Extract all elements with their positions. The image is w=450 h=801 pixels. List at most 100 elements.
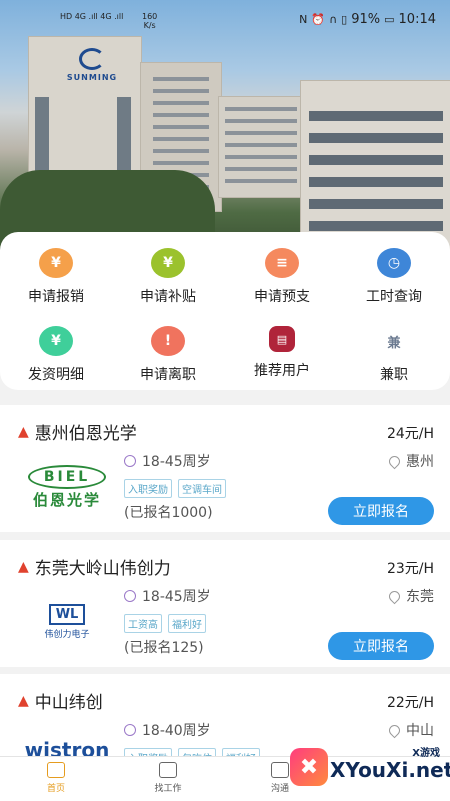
company-name: 中山纬创 [34,693,103,713]
company-logo: BIEL 伯恩光学 [18,461,116,513]
alert-icon: ! [151,326,185,356]
job-tag: 空调车间 [178,479,226,498]
menu-part-time[interactable]: 兼 兼职 [344,326,444,384]
location-pin-icon [386,722,403,738]
building-right [300,80,450,250]
menu-apply-advance[interactable]: ≡ 申请预支 [232,248,332,306]
job-tag: 入职奖励 [124,479,172,498]
nav-label: 首页 [46,784,65,794]
badge-icon: ▤ [269,326,295,352]
menu-label: 申请补贴 [140,289,196,305]
job-card[interactable]: ▲ 东莞大岭山伟创力 23元/H WL 伟创力电子 18-45周岁 东莞 工资高… [0,540,450,667]
job-tag: 包吃住 [178,748,216,756]
job-tags: 入职奖励 空调车间 [124,479,226,498]
menu-apply-reimbursement[interactable]: ¥ 申请报销 [6,248,106,306]
vibrate-icon: ▯ [341,13,348,26]
company-logo: WL 伟创力电子 [18,596,116,648]
status-bar-left: HD 4G .ıll 4G .ıll 160 K/s [60,12,157,30]
clock: 10:14 [398,12,436,27]
watermark-tag: X游戏 [412,748,440,759]
location-text: 东莞 [406,589,434,605]
company-name: 惠州伯恩光学 [34,424,137,444]
job-tag: 入职奖励 [124,748,172,756]
clock-icon: ◷ [377,248,411,278]
job-tag: 福利好 [168,614,206,633]
nav-home[interactable]: 首页 [26,762,86,794]
money-bag-icon: ¥ [151,248,185,278]
registration-count: (已报名1000) [124,505,213,521]
sunming-logo-icon [79,48,105,70]
menu-refer-user[interactable]: ▤ 推荐用户 [232,326,332,380]
age-text: 18-40周岁 [142,723,211,739]
job-location: 中山 [386,720,434,740]
job-location: 东莞 [386,586,434,606]
location-text: 中山 [406,723,434,739]
menu-label: 申请预支 [254,289,310,305]
hero-logo: SUNMING [62,48,122,82]
status-bar-right: N ⏰ ∩ ▯ 91% ▭ 10:14 [299,12,436,27]
age-range: 18-45周岁 [124,451,211,471]
person-icon [124,590,136,602]
job-card[interactable]: ▲ 惠州伯恩光学 24元/H BIEL 伯恩光学 18-45周岁 惠州 入职奖励… [0,405,450,532]
nfc-icon: N [299,13,308,26]
company-logo: wistron [18,724,116,756]
job-title: ▲ 惠州伯恩光学 [18,419,137,445]
watermark: ✖ X游戏 XYouXi.net [278,742,450,800]
menu-label: 工时查询 [366,289,422,305]
alarm-icon: ⏰ [311,13,326,26]
hot-fire-icon: ▲ [18,692,29,709]
money-bag-icon: ¥ [39,248,73,278]
menu-label: 申请离职 [140,367,196,383]
age-range: 18-40周岁 [124,720,211,740]
menu-label: 发资明细 [28,367,84,383]
company-name: 东莞大岭山伟创力 [34,559,171,579]
nav-label: 找工作 [154,784,182,794]
location-text: 惠州 [406,454,434,470]
part-time-icon: 兼 [387,335,401,351]
job-title: ▲ 东莞大岭山伟创力 [18,554,171,580]
hot-fire-icon: ▲ [18,423,29,440]
briefcase-icon [159,762,177,778]
age-text: 18-45周岁 [142,589,211,605]
net-speed-unit: K/s [143,21,156,30]
battery-icon: ▭ [384,13,395,26]
person-icon [124,455,136,467]
hourly-wage: 24元/H [386,426,434,442]
biel-logo-sub: 伯恩光学 [32,490,101,509]
nav-find-job[interactable]: 找工作 [138,762,198,794]
wl-logo-text: WL [48,604,86,625]
biel-logo-text: BIEL [27,464,107,489]
age-text: 18-45周岁 [142,454,211,470]
status-bar: HD 4G .ıll 4G .ıll 160 K/s N ⏰ ∩ ▯ 91% ▭… [0,0,450,40]
registration-count: (已报名125) [124,640,204,656]
headphones-icon: ∩ [329,13,338,26]
watermark-site: XYouXi.net [330,758,450,782]
home-icon [47,762,65,778]
job-tag: 福利好 [222,748,260,756]
job-tags: 工资高 福利好 [124,614,206,633]
menu-hours-query[interactable]: ◷ 工时查询 [344,248,444,306]
job-tag: 工资高 [124,614,162,633]
menu-label: 申请报销 [28,289,84,305]
net-speed-value: 160 [142,12,158,21]
hero-logo-text: SUNMING [66,73,118,82]
apply-button[interactable]: 立即报名 [328,497,434,525]
menu-label: 兼职 [380,367,408,383]
age-range: 18-45周岁 [124,586,211,606]
menu-apply-subsidy[interactable]: ¥ 申请补贴 [118,248,218,306]
xyouxi-logo-icon: ✖ [290,748,328,786]
menu-payroll-details[interactable]: ¥ 发资明细 [6,326,106,384]
signal-indicators: HD 4G .ıll 4G .ıll [60,12,124,21]
document-icon: ≡ [265,248,299,278]
location-pin-icon [386,453,403,469]
yen-coin-icon: ¥ [39,326,73,356]
quick-menu: ¥ 申请报销 ¥ 申请补贴 ≡ 申请预支 ◷ 工时查询 ¥ 发资明细 ! 申请离… [0,232,450,390]
job-tags: 入职奖励 包吃住 福利好 [124,748,260,756]
hot-fire-icon: ▲ [18,558,29,575]
apply-button[interactable]: 立即报名 [328,632,434,660]
battery-percent: 91% [351,12,381,27]
job-title: ▲ 中山纬创 [18,688,103,714]
menu-apply-resignation[interactable]: ! 申请离职 [118,326,218,384]
hourly-wage: 23元/H [386,561,434,577]
menu-label: 推荐用户 [254,363,310,379]
